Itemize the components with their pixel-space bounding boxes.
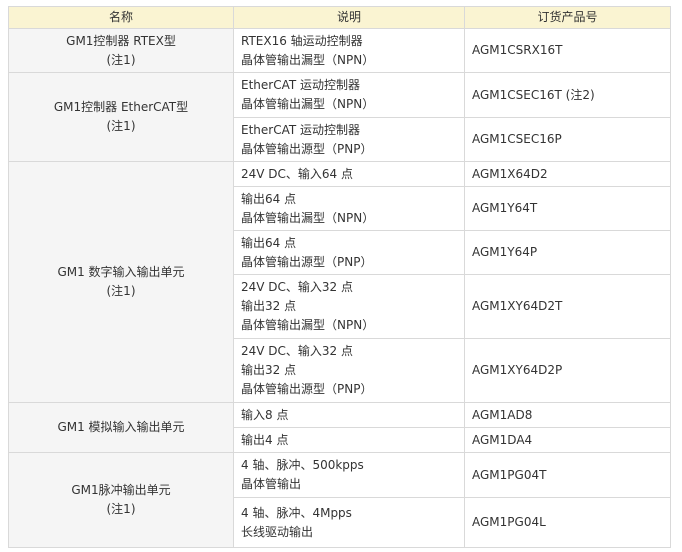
description-cell: EtherCAT 运动控制器 晶体管输出源型（PNP） — [233, 117, 465, 162]
description-cell: 24V DC、输入32 点输出32 点晶体管输出漏型（NPN） — [233, 274, 465, 339]
product-name-line: GM1控制器 RTEX型 — [66, 33, 176, 48]
product-name-line: (注1) — [106, 119, 136, 133]
header-row: 名称 说明 订货产品号 — [8, 6, 671, 29]
table-header: 名称 说明 订货产品号 — [8, 6, 671, 29]
order-number-cell: AGM1Y64T — [464, 186, 671, 231]
header-name: 名称 — [8, 6, 234, 29]
table-body: GM1控制器 RTEX型 (注1) RTEX16 轴运动控制器 晶体管输出漏型（NPN… — [8, 28, 671, 548]
product-name-line: GM1 数字输入输出单元 — [57, 265, 185, 279]
description-line: RTEX16 轴运动控制器 — [241, 33, 363, 48]
product-name-line: GM1控制器 EtherCAT型 — [53, 100, 189, 114]
description-line: 输出64 点 — [241, 235, 297, 250]
table-row: GM1控制器 RTEX型 (注1) RTEX16 轴运动控制器 晶体管输出漏型（NPN… — [8, 28, 671, 73]
description-line: EtherCAT 运动控制器 — [241, 122, 361, 137]
description-cell: 24V DC、输入64 点 — [233, 161, 465, 187]
product-name-line: (注1) — [106, 52, 136, 67]
description-line: 晶体管输出漏型（NPN） — [241, 210, 375, 225]
description-cell: 输出4 点 — [233, 427, 465, 453]
product-name-cell: GM1 模拟输入输出单元 — [8, 402, 234, 453]
product-name-cell: GM1 数字输入输出单元 (注1) — [8, 161, 234, 403]
order-number-cell: AGM1Y64P — [464, 230, 671, 275]
description-line: 晶体管输出源型（PNP） — [241, 141, 373, 156]
description-line: 4 轴、脉冲、4Mpps — [241, 505, 352, 520]
description-line: 输出64 点 — [241, 191, 297, 206]
product-table: 名称 说明 订货产品号 GM1控制器 RTEX型 (注1) RTEX16 轴运动控制… — [8, 6, 671, 548]
description-line: 晶体管输出漏型（NPN） — [241, 97, 375, 111]
description-cell: 4 轴、脉冲、500kpps 晶体管输出 — [233, 452, 465, 498]
description-cell: 输出64 点晶体管输出漏型（NPN） — [233, 186, 465, 231]
order-number-cell: AGM1CSRX16T — [464, 28, 671, 73]
description-cell: EtherCAT 运动控制器 晶体管输出漏型（NPN） — [233, 72, 465, 118]
description-line: 晶体管输出源型（PNP） — [241, 254, 373, 269]
order-number-cell: AGM1XY64D2P — [464, 338, 671, 403]
order-number-cell: AGM1AD8 — [464, 402, 671, 428]
description-cell: 输出64 点晶体管输出源型（PNP） — [233, 230, 465, 275]
description-line: 24V DC、输入32 点 — [241, 344, 353, 358]
description-line: 24V DC、输入64 点 — [241, 166, 353, 181]
product-name-line: (注1) — [106, 284, 136, 298]
product-name-line: (注1) — [106, 502, 136, 516]
table-row: GM1 数字输入输出单元 (注1) 24V DC、输入64 点 AGM1X64D2 — [8, 161, 671, 403]
description-line: 输出32 点 — [241, 299, 297, 313]
description-line: 晶体管输出 — [241, 477, 302, 491]
description-line: 输出4 点 — [241, 432, 289, 447]
order-number-cell: AGM1CSEC16P — [464, 117, 671, 162]
order-number-cell: AGM1CSEC16T (注2) — [464, 72, 671, 118]
header-order-number: 订货产品号 — [464, 6, 671, 29]
product-name-cell: GM1控制器 RTEX型 (注1) — [8, 28, 234, 73]
description-line: 4 轴、脉冲、500kpps — [241, 458, 364, 472]
description-cell: RTEX16 轴运动控制器 晶体管输出漏型（NPN） — [233, 28, 465, 73]
description-line: 长线驱动输出 — [241, 524, 314, 539]
order-number-cell: AGM1X64D2 — [464, 161, 671, 187]
description-line: 晶体管输出漏型（NPN） — [241, 52, 375, 67]
description-cell: 4 轴、脉冲、4Mpps 长线驱动输出 — [233, 497, 465, 548]
table-row: GM1控制器 EtherCAT型 (注1) EtherCAT 运动控制器 晶体管输出漏… — [8, 72, 671, 162]
product-name-line: GM1 模拟输入输出单元 — [57, 420, 185, 434]
page: 名称 说明 订货产品号 GM1控制器 RTEX型 (注1) RTEX16 轴运动控制… — [0, 0, 682, 552]
product-name-cell: GM1控制器 EtherCAT型 (注1) — [8, 72, 234, 162]
description-cell: 输入8 点 — [233, 402, 465, 428]
product-name-line: GM1脉冲输出单元 — [71, 483, 171, 497]
description-line: EtherCAT 运动控制器 — [241, 78, 361, 92]
description-line: 24V DC、输入32 点 — [241, 280, 353, 294]
description-line: 输出32 点 — [241, 363, 297, 377]
header-description: 说明 — [233, 6, 465, 29]
description-line: 晶体管输出漏型（NPN） — [241, 318, 375, 332]
description-line: 晶体管输出源型（PNP） — [241, 382, 373, 396]
table-row: GM1脉冲输出单元 (注1) 4 轴、脉冲、500kpps 晶体管输出 AGM1PG04… — [8, 452, 671, 548]
order-number-cell: AGM1PG04T — [464, 452, 671, 498]
order-number-cell: AGM1PG04L — [464, 497, 671, 548]
product-name-cell: GM1脉冲输出单元 (注1) — [8, 452, 234, 548]
order-number-cell: AGM1XY64D2T — [464, 274, 671, 339]
table-row: GM1 模拟输入输出单元 输入8 点 AGM1AD8 — [8, 402, 671, 453]
description-line: 输入8 点 — [241, 407, 289, 422]
description-cell: 24V DC、输入32 点输出32 点晶体管输出源型（PNP） — [233, 338, 465, 403]
order-number-cell: AGM1DA4 — [464, 427, 671, 453]
